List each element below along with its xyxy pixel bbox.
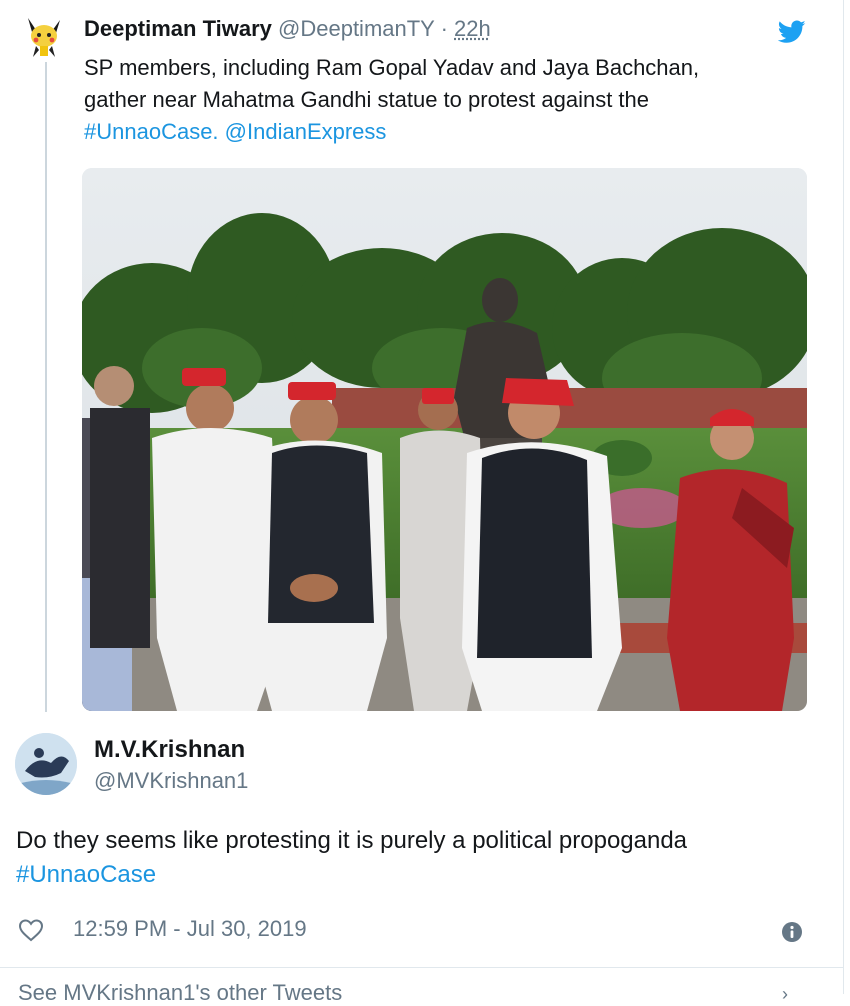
parent-tweet-text: SP members, including Ram Gopal Yadav an… — [84, 52, 804, 148]
reply-text-body: Do they seems like protesting it is pure… — [16, 827, 688, 854]
parent-avatar[interactable] — [24, 14, 64, 58]
parent-author-handle[interactable]: @DeeptimanTY — [278, 16, 434, 41]
parent-relative-time[interactable]: 22h — [454, 16, 491, 41]
footer-divider — [0, 967, 843, 968]
card-border — [843, 0, 844, 994]
info-icon[interactable] — [781, 921, 803, 943]
parent-text-line-2: gather near Mahatma Gandhi statue to pro… — [84, 87, 650, 112]
reply-author-handle[interactable]: @MVKrishnan1 — [94, 768, 248, 794]
parent-tweet-header: Deeptiman Tiwary @DeeptimanTY · 22h — [84, 16, 491, 42]
more-tweets-link[interactable]: See MVKrishnan1's other Tweets — [18, 980, 342, 1006]
reply-avatar[interactable] — [15, 733, 77, 795]
reply-hashtag-link[interactable]: #UnnaoCase — [16, 858, 816, 892]
twitter-bird-icon[interactable] — [777, 20, 806, 44]
tweet-photo[interactable] — [82, 168, 807, 711]
header-separator: · — [440, 16, 448, 41]
parent-hashtag-link[interactable]: #UnnaoCase. — [84, 119, 219, 144]
reply-author-name[interactable]: M.V.Krishnan — [94, 736, 245, 764]
parent-author-name[interactable]: Deeptiman Tiwary — [84, 16, 272, 41]
reply-tweet-text: Do they seems like protesting it is pure… — [16, 824, 816, 892]
parent-text-line-1: SP members, including Ram Gopal Yadav an… — [84, 55, 700, 80]
parent-mention-link[interactable]: @IndianExpress — [225, 119, 387, 144]
heart-icon[interactable] — [18, 918, 44, 942]
thread-connector — [45, 62, 47, 712]
chevron-right-icon[interactable]: › — [782, 984, 788, 1005]
reply-timestamp[interactable]: 12:59 PM - Jul 30, 2019 — [73, 916, 307, 942]
